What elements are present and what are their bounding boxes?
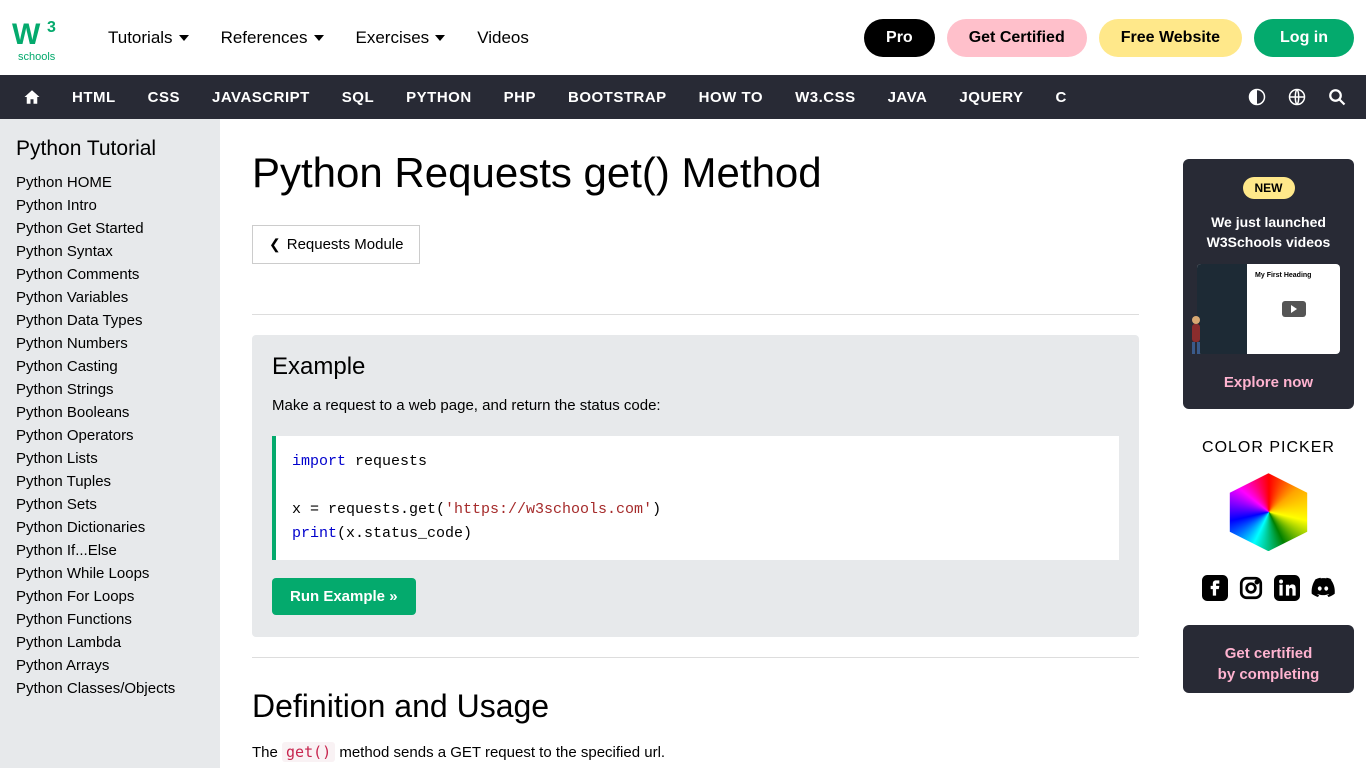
code-block: import requests x = requests.get('https:… bbox=[272, 436, 1119, 560]
sidebar-item[interactable]: Python Sets bbox=[16, 493, 220, 516]
example-description: Make a request to a web page, and return… bbox=[272, 395, 1119, 418]
sidebar-item[interactable]: Python Strings bbox=[16, 378, 220, 401]
play-icon bbox=[1282, 301, 1306, 317]
color-picker[interactable] bbox=[1224, 473, 1314, 551]
video-thumbnail[interactable]: My First Heading bbox=[1197, 264, 1340, 354]
sidebar-item[interactable]: Python Comments bbox=[16, 263, 220, 286]
lang-sql[interactable]: SQL bbox=[326, 89, 390, 106]
example-heading: Example bbox=[272, 353, 1119, 381]
main-content: Python Requests get() Method ❮ Requests … bbox=[220, 119, 1171, 768]
get-certified-button[interactable]: Get Certified bbox=[947, 19, 1087, 57]
sidebar-item[interactable]: Python Intro bbox=[16, 194, 220, 217]
theme-toggle-icon[interactable] bbox=[1248, 88, 1266, 106]
lang-jquery[interactable]: JQUERY bbox=[943, 89, 1039, 106]
nav-videos[interactable]: Videos bbox=[461, 28, 545, 48]
sidebar-item[interactable]: Python Data Types bbox=[16, 309, 220, 332]
linkedin-icon[interactable] bbox=[1274, 575, 1300, 601]
right-panel: NEW We just launchedW3Schools videos My … bbox=[1171, 119, 1366, 768]
sidebar-item[interactable]: Python If...Else bbox=[16, 539, 220, 562]
definition-heading: Definition and Usage bbox=[252, 688, 1139, 725]
sidebar-item[interactable]: Python Operators bbox=[16, 424, 220, 447]
login-button[interactable]: Log in bbox=[1254, 19, 1354, 57]
lang-html[interactable]: HTML bbox=[56, 89, 132, 106]
sidebar-item[interactable]: Python Lambda bbox=[16, 631, 220, 654]
language-navigation: HTML CSS JAVASCRIPT SQL PYTHON PHP BOOTS… bbox=[0, 75, 1366, 119]
lang-python[interactable]: PYTHON bbox=[390, 89, 488, 106]
promo-box: NEW We just launchedW3Schools videos My … bbox=[1183, 159, 1354, 409]
promo-text: We just launchedW3Schools videos bbox=[1195, 213, 1342, 252]
lang-bootstrap[interactable]: BOOTSTRAP bbox=[552, 89, 683, 106]
sidebar-item[interactable]: Python Tuples bbox=[16, 470, 220, 493]
sidebar-item[interactable]: Python Get Started bbox=[16, 217, 220, 240]
discord-icon[interactable] bbox=[1310, 575, 1336, 601]
svg-text:schools: schools bbox=[18, 51, 56, 62]
svg-text:W: W bbox=[12, 18, 41, 51]
lang-php[interactable]: PHP bbox=[488, 89, 552, 106]
social-row bbox=[1183, 575, 1354, 601]
sidebar-item[interactable]: Python For Loops bbox=[16, 585, 220, 608]
lang-c[interactable]: C bbox=[1040, 89, 1083, 106]
sidebar-item[interactable]: Python Casting bbox=[16, 355, 220, 378]
sidebar-item[interactable]: Python HOME bbox=[16, 171, 220, 194]
sidebar-item[interactable]: Python Numbers bbox=[16, 332, 220, 355]
logo[interactable]: W 3 schools bbox=[12, 14, 72, 62]
globe-icon[interactable] bbox=[1288, 88, 1306, 106]
example-box: Example Make a request to a web page, an… bbox=[252, 335, 1139, 637]
nav-exercises[interactable]: Exercises bbox=[340, 28, 462, 48]
facebook-icon[interactable] bbox=[1202, 575, 1228, 601]
caret-down-icon bbox=[314, 35, 324, 41]
search-icon[interactable] bbox=[1328, 88, 1346, 106]
new-badge: NEW bbox=[1243, 177, 1295, 199]
caret-down-icon bbox=[435, 35, 445, 41]
sidebar: Python Tutorial Python HOME Python Intro… bbox=[0, 119, 220, 768]
sidebar-item[interactable]: Python Lists bbox=[16, 447, 220, 470]
divider bbox=[252, 314, 1139, 315]
sidebar-item[interactable]: Python Dictionaries bbox=[16, 516, 220, 539]
colorpicker-heading: COLOR PICKER bbox=[1183, 439, 1354, 457]
page-title: Python Requests get() Method bbox=[252, 149, 1139, 197]
lang-css[interactable]: CSS bbox=[132, 89, 196, 106]
top-navigation: W 3 schools Tutorials References Exercis… bbox=[0, 0, 1366, 75]
lang-w3css[interactable]: W3.CSS bbox=[779, 89, 872, 106]
run-example-button[interactable]: Run Example » bbox=[272, 578, 416, 615]
sidebar-item[interactable]: Python Syntax bbox=[16, 240, 220, 263]
sidebar-item[interactable]: Python Arrays bbox=[16, 654, 220, 677]
sidebar-item[interactable]: Python Booleans bbox=[16, 401, 220, 424]
definition-text: The get() method sends a GET request to … bbox=[252, 741, 1139, 765]
sidebar-item[interactable]: Python Variables bbox=[16, 286, 220, 309]
svg-text:3: 3 bbox=[47, 19, 56, 36]
sidebar-item[interactable]: Python Functions bbox=[16, 608, 220, 631]
cert-box[interactable]: Get certifiedby completing bbox=[1183, 625, 1354, 693]
home-icon[interactable] bbox=[8, 88, 56, 106]
inline-code: get() bbox=[282, 742, 335, 762]
divider bbox=[252, 657, 1139, 658]
nav-tutorials[interactable]: Tutorials bbox=[92, 28, 205, 48]
lang-java[interactable]: JAVA bbox=[872, 89, 944, 106]
pro-button[interactable]: Pro bbox=[864, 19, 935, 57]
lang-howto[interactable]: HOW TO bbox=[683, 89, 779, 106]
caret-down-icon bbox=[179, 35, 189, 41]
breadcrumb-back-button[interactable]: ❮ Requests Module bbox=[252, 225, 420, 264]
explore-link[interactable]: Explore now bbox=[1224, 374, 1313, 391]
chevron-left-icon: ❮ bbox=[269, 236, 281, 253]
instagram-icon[interactable] bbox=[1238, 575, 1264, 601]
lang-javascript[interactable]: JAVASCRIPT bbox=[196, 89, 326, 106]
nav-references[interactable]: References bbox=[205, 28, 340, 48]
sidebar-item[interactable]: Python While Loops bbox=[16, 562, 220, 585]
sidebar-item[interactable]: Python Classes/Objects bbox=[16, 677, 220, 700]
sidebar-heading: Python Tutorial bbox=[16, 137, 220, 161]
free-website-button[interactable]: Free Website bbox=[1099, 19, 1242, 57]
